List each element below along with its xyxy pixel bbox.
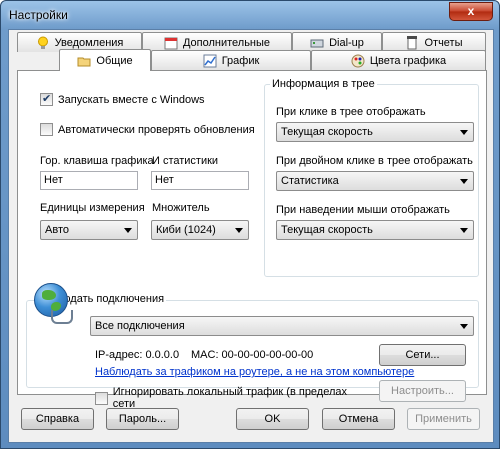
ignore-local-checkbox[interactable]: Игнорировать локальный трафик (в предела… — [95, 386, 367, 410]
units-dropdown-value: Авто — [45, 224, 69, 236]
general-tab-panel: Запускать вместе с Windows Автоматически… — [17, 70, 487, 410]
network-cable-icon — [51, 310, 73, 324]
chevron-down-icon — [124, 228, 132, 233]
tab-dialup[interactable]: Dial-up — [292, 32, 382, 52]
palette-icon — [351, 54, 365, 68]
ok-button[interactable]: OK — [236, 408, 309, 430]
tab-general-label: Общие — [96, 54, 133, 67]
units-dropdown[interactable]: Авто — [40, 220, 138, 240]
tab-notifications-label: Уведомления — [54, 36, 124, 49]
hotkey-graph-field[interactable]: Нет — [40, 171, 138, 190]
tab-graph-colors-label: Цвета графика — [369, 54, 447, 67]
tab-dialup-label: Dial-up — [329, 36, 364, 49]
tab-reports-label: Отчеты — [424, 36, 463, 49]
title-bar[interactable]: Настройки x — [1, 1, 499, 29]
close-button[interactable]: x — [449, 2, 493, 21]
configure-button[interactable]: Настроить... — [379, 380, 466, 402]
tray-click-value: Текущая скорость — [281, 126, 373, 138]
tab-reports[interactable]: Отчеты — [382, 32, 486, 52]
settings-window: Настройки x Уведомления Дополнительные D… — [0, 0, 500, 449]
ip-address-text: IP-адрес: 0.0.0.0 — [95, 349, 180, 361]
ignore-local-label: Игнорировать локальный трафик (в предела… — [112, 386, 348, 410]
window-title: Настройки — [9, 8, 68, 22]
auto-update-checkbox[interactable]: Автоматически проверять обновления — [40, 123, 255, 136]
tab-general[interactable]: Общие — [59, 49, 151, 71]
tray-dblclick-value: Статистика — [281, 175, 339, 187]
chevron-down-icon — [235, 228, 243, 233]
tab-advanced-label: Дополнительные — [182, 36, 271, 49]
tab-graph-label: График — [221, 54, 260, 67]
tray-hover-dropdown[interactable]: Текущая скорость — [276, 220, 474, 240]
run-with-windows-checkbox[interactable]: Запускать вместе с Windows — [40, 92, 205, 106]
multiplier-label: Множитель — [152, 202, 210, 214]
multiplier-dropdown-value: Киби (1024) — [156, 224, 216, 236]
mac-address-text: MAC: 00-00-00-00-00-00 — [191, 349, 314, 361]
dialog-client-area: Уведомления Дополнительные Dial-up Отчет… — [8, 29, 494, 443]
modem-icon — [310, 36, 324, 50]
hotkey-graph-label: Гор. клавиша графика — [40, 155, 154, 167]
connections-dropdown[interactable]: Все подключения — [90, 316, 474, 336]
hotkey-stats-label: И статистики — [152, 155, 219, 167]
tray-click-label: При клике в трее отображать — [276, 106, 426, 118]
networks-button[interactable]: Сети... — [379, 344, 466, 366]
apply-button[interactable]: Применить — [407, 408, 480, 430]
tray-hover-value: Текущая скорость — [281, 224, 373, 236]
router-monitor-link[interactable]: Наблюдать за трафиком на роутере, а не н… — [95, 366, 414, 378]
tray-dblclick-label: При двойном клике в трее отображать — [276, 155, 473, 167]
tray-click-dropdown[interactable]: Текущая скорость — [276, 122, 474, 142]
tab-graph[interactable]: График — [151, 50, 311, 70]
password-button[interactable]: Пароль... — [106, 408, 179, 430]
chevron-down-icon — [460, 228, 468, 233]
folder-icon — [77, 54, 91, 68]
chart-icon — [203, 54, 217, 68]
tray-info-title: Информация в трее — [270, 78, 377, 90]
tray-hover-label: При наведении мыши отображать — [276, 204, 450, 216]
multiplier-dropdown[interactable]: Киби (1024) — [151, 220, 249, 240]
auto-update-box[interactable] — [40, 123, 53, 136]
tab-graph-colors[interactable]: Цвета графика — [311, 50, 486, 70]
tray-dblclick-dropdown[interactable]: Статистика — [276, 171, 474, 191]
hotkey-stats-field[interactable]: Нет — [151, 171, 249, 190]
units-label: Единицы измерения — [40, 202, 145, 214]
tab-advanced[interactable]: Дополнительные — [142, 32, 292, 52]
cancel-button[interactable]: Отмена — [322, 408, 395, 430]
report-icon — [405, 35, 419, 50]
run-with-windows-box[interactable] — [40, 92, 53, 106]
help-button[interactable]: Справка — [21, 408, 94, 430]
chevron-down-icon — [460, 179, 468, 184]
chevron-down-icon — [460, 324, 468, 329]
chevron-down-icon — [460, 130, 468, 135]
lightbulb-icon — [36, 36, 50, 50]
ignore-local-box[interactable] — [95, 391, 108, 405]
calendar-icon — [164, 36, 178, 50]
auto-update-label: Автоматически проверять обновления — [58, 123, 255, 136]
run-with-windows-label: Запускать вместе с Windows — [58, 93, 205, 106]
connections-dropdown-value: Все подключения — [95, 320, 185, 332]
